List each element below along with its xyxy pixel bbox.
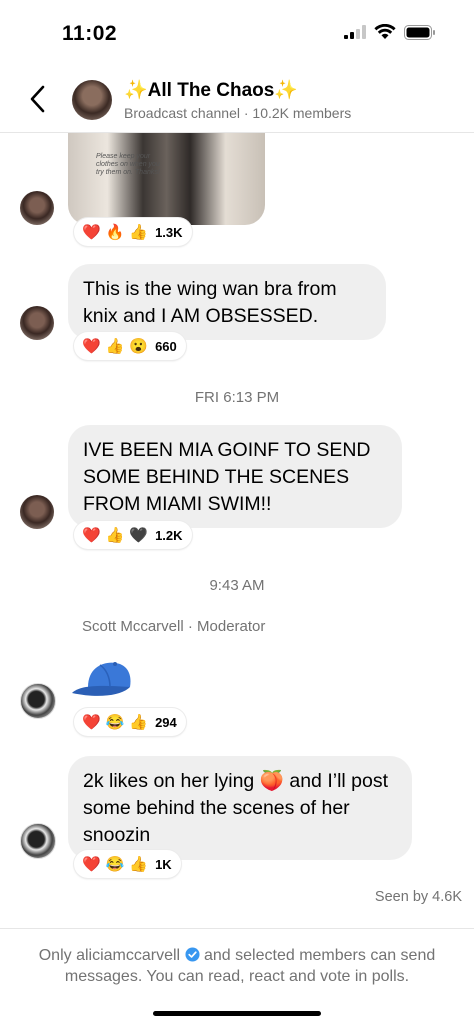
reaction-bar[interactable]: ❤️ 😂 👍 294 (74, 708, 186, 736)
reaction-count: 1K (155, 856, 172, 872)
thumbs-up-emoji-icon: 👍 (129, 223, 149, 241)
channel-header: ✨All The Chaos✨ Broadcast channel · 10.2… (0, 66, 474, 133)
channel-title[interactable]: ✨All The Chaos✨ (124, 78, 298, 102)
avatar[interactable] (20, 306, 54, 340)
thumbs-up-emoji-icon: 👍 (105, 337, 125, 355)
reaction-count: 1.3K (155, 224, 183, 240)
reaction-count: 294 (155, 714, 177, 730)
black-heart-emoji-icon: 🖤 (129, 526, 149, 544)
verified-badge-icon (185, 947, 200, 962)
thumbs-up-emoji-icon: 👍 (129, 855, 149, 873)
peach-emoji-icon: 🍑 (259, 770, 284, 792)
heart-emoji-icon: ❤️ (82, 223, 101, 241)
thumbs-up-emoji-icon: 👍 (129, 713, 149, 731)
message-text: This is the wing wan bra from knix and I… (83, 278, 337, 327)
reaction-bar[interactable]: ❤️ 🔥 👍 1.3K (74, 218, 192, 246)
avatar[interactable] (20, 683, 56, 719)
fire-emoji-icon: 🔥 (105, 223, 125, 241)
battery-icon (404, 24, 435, 40)
timestamp: FRI 6:13 PM (194, 389, 280, 406)
laughing-emoji-icon: 😂 (105, 713, 125, 731)
message-list[interactable]: Please keep your clothes on when you try… (0, 133, 474, 928)
home-indicator (153, 1011, 321, 1016)
status-time: 11:02 (62, 22, 118, 45)
cellular-signal-icon (344, 25, 366, 39)
message-bubble[interactable]: 2k likes on her lying 🍑 and I’ll post so… (68, 756, 412, 860)
channel-avatar[interactable] (72, 80, 112, 120)
status-bar: 11:02 (0, 0, 474, 66)
message-text-start: 2k likes on her lying (83, 770, 260, 792)
thumbs-up-emoji-icon: 👍 (105, 526, 125, 544)
chevron-left-icon (30, 85, 45, 113)
reaction-bar[interactable]: ❤️ 👍 😮 660 (74, 332, 186, 360)
reaction-bar[interactable]: ❤️ 😂 👍 1K (74, 850, 181, 878)
heart-emoji-icon: ❤️ (82, 713, 101, 731)
message-bubble[interactable]: This is the wing wan bra from knix and I… (68, 264, 386, 340)
heart-emoji-icon: ❤️ (82, 337, 101, 355)
heart-emoji-icon: ❤️ (82, 855, 101, 873)
message-bubble[interactable]: IVE BEEN MIA GOINF TO SEND SOME BEHIND T… (68, 425, 402, 528)
channel-subtitle: Broadcast channel · 10.2K members (124, 105, 352, 121)
notice-prefix: Only aliciamccarvell (38, 947, 181, 964)
seen-indicator: Seen by 4.6K (374, 889, 462, 905)
avatar[interactable] (20, 191, 54, 225)
avatar[interactable] (20, 495, 54, 529)
wifi-icon (374, 24, 396, 39)
laughing-emoji-icon: 😂 (105, 855, 125, 873)
reaction-bar[interactable]: ❤️ 👍 🖤 1.2K (74, 521, 192, 549)
surprised-emoji-icon: 😮 (129, 337, 149, 355)
heart-emoji-icon: ❤️ (82, 526, 101, 544)
message-text: IVE BEEN MIA GOINF TO SEND SOME BEHIND T… (83, 439, 371, 515)
reaction-count: 1.2K (155, 527, 183, 543)
blue-cap-sticker-icon[interactable] (70, 659, 134, 703)
back-button[interactable] (26, 82, 52, 116)
photo-message[interactable]: Please keep your clothes on when you try… (68, 133, 265, 225)
sender-label: Scott Mccarvell · Moderator (82, 618, 266, 635)
timestamp: 9:43 AM (209, 577, 265, 594)
avatar[interactable] (20, 823, 56, 859)
reaction-count: 660 (155, 338, 177, 354)
notice-text: Only aliciamccarvell and selected member… (16, 945, 458, 987)
photo-caption-sign: Please keep your clothes on when you try… (96, 153, 160, 176)
status-icons (344, 24, 436, 40)
